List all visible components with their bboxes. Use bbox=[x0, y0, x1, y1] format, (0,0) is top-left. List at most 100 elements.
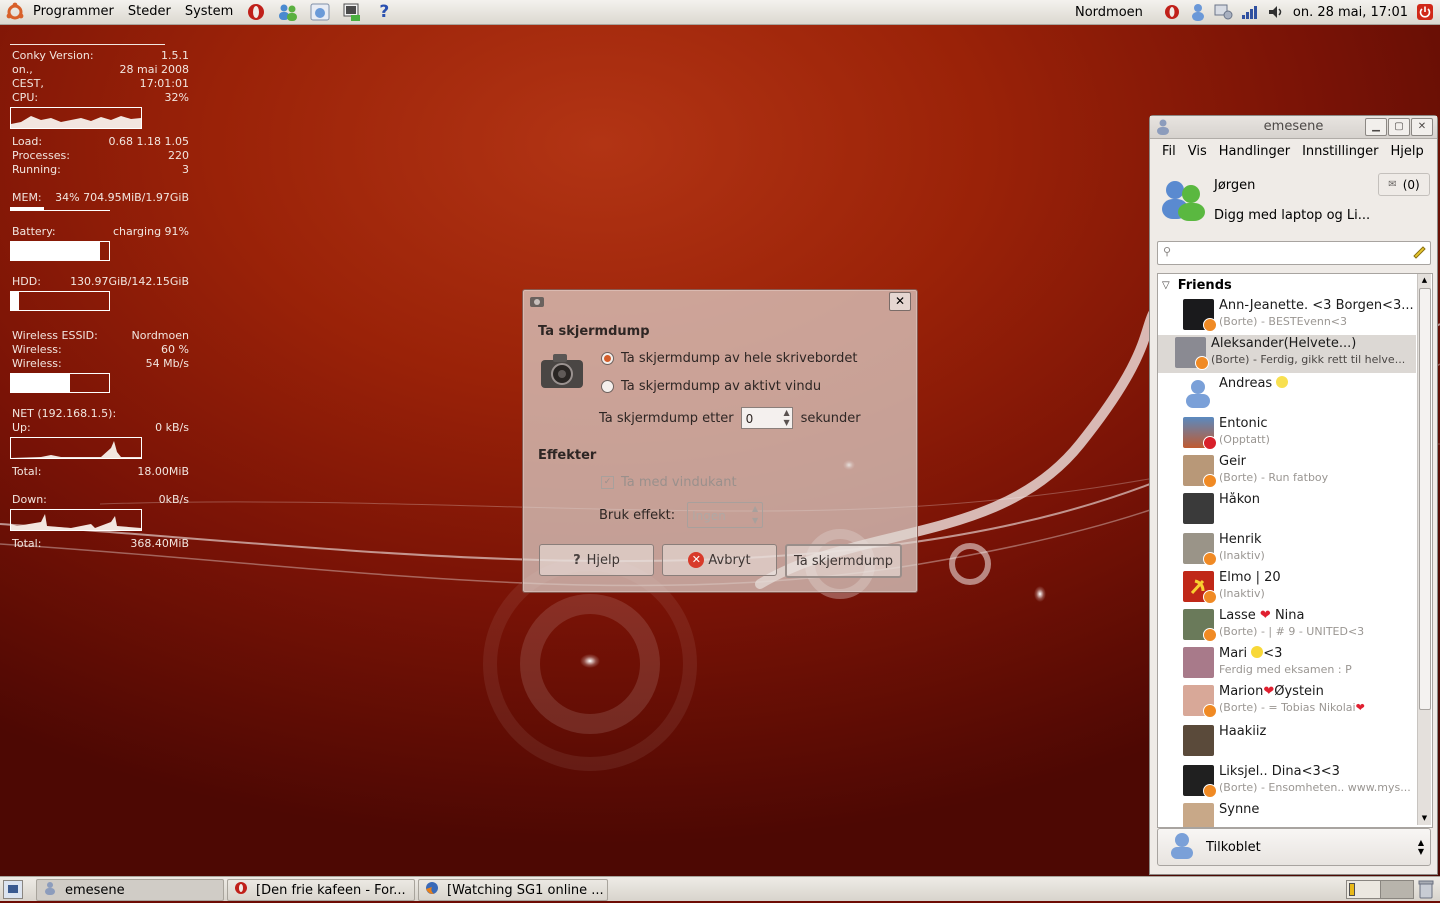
workspace-switcher[interactable] bbox=[1346, 880, 1414, 899]
heart-icon: ❤ bbox=[1263, 684, 1275, 699]
close-icon[interactable]: ✕ bbox=[1411, 118, 1433, 136]
contact-item[interactable]: Henrik (Inaktiv) bbox=[1182, 531, 1420, 569]
conky-cpu: 32% bbox=[164, 91, 189, 104]
people-icon[interactable] bbox=[277, 2, 299, 22]
menu-actions[interactable]: Handlinger bbox=[1213, 144, 1296, 159]
workspace-1[interactable] bbox=[1347, 881, 1381, 898]
help-icon[interactable]: ? bbox=[373, 2, 395, 22]
user-avatar[interactable] bbox=[1158, 178, 1208, 226]
checkbox-include-border[interactable]: ✓ bbox=[601, 476, 614, 489]
workspace-2[interactable] bbox=[1380, 881, 1413, 898]
show-desktop-icon[interactable] bbox=[3, 880, 23, 899]
contact-item[interactable]: Håkon bbox=[1182, 491, 1420, 529]
include-border-row[interactable]: ✓ Ta med vindukant bbox=[601, 475, 737, 490]
wireless-signal-icon[interactable] bbox=[1239, 2, 1261, 22]
web-browser-icon[interactable] bbox=[309, 2, 331, 22]
radio-active-window[interactable] bbox=[601, 380, 614, 393]
status-label: Tilkoblet bbox=[1206, 839, 1261, 855]
menu-view[interactable]: Vis bbox=[1182, 144, 1213, 159]
shutdown-icon[interactable] bbox=[1414, 2, 1436, 22]
menu-help[interactable]: Hjelp bbox=[1385, 144, 1430, 159]
opera-icon[interactable] bbox=[245, 2, 267, 22]
contact-item[interactable]: Andreas bbox=[1182, 375, 1420, 413]
task-label: [Den frie kafeen - For... bbox=[256, 882, 406, 898]
ubuntu-logo-icon[interactable] bbox=[4, 2, 26, 22]
menu-system[interactable]: System bbox=[178, 0, 240, 24]
volume-icon[interactable] bbox=[1265, 2, 1287, 22]
contact-item[interactable]: Haakiiz bbox=[1182, 723, 1420, 761]
chevron-updown-icon: ▲ ▼ bbox=[751, 504, 759, 525]
radio-whole-desktop[interactable] bbox=[601, 352, 614, 365]
hdd-bar bbox=[10, 291, 110, 311]
mail-button[interactable]: ✉ (0) bbox=[1378, 173, 1430, 196]
heart-icon: ❤ bbox=[1259, 608, 1271, 623]
menu-applications[interactable]: Programmer bbox=[31, 0, 121, 24]
top-panel: Programmer Steder System ? Nordmoen on. … bbox=[0, 0, 1440, 25]
close-icon[interactable]: ✕ bbox=[889, 292, 911, 311]
conky-cpu-label: CPU: bbox=[12, 91, 39, 104]
search-input[interactable] bbox=[1178, 244, 1410, 260]
opera-tray-icon[interactable] bbox=[1161, 2, 1183, 22]
menu-file[interactable]: Fil bbox=[1156, 144, 1182, 159]
conky-processes: 220 bbox=[168, 149, 189, 162]
delay-spinner[interactable]: 0 ▲ ▼ bbox=[740, 407, 793, 429]
search-field[interactable]: ⚲ bbox=[1157, 241, 1431, 265]
clock[interactable]: on. 28 mai, 17:01 bbox=[1293, 5, 1408, 20]
conky-down-total-label: Total: bbox=[12, 537, 42, 550]
expander-down-icon[interactable]: ▽ bbox=[1162, 280, 1170, 291]
screenshot-tool-icon[interactable] bbox=[341, 2, 363, 22]
menu-settings[interactable]: Innstillinger bbox=[1296, 144, 1384, 159]
status-selector[interactable]: Tilkoblet ▲ ▼ bbox=[1157, 828, 1431, 866]
contact-item[interactable]: Aleksander(Helvete...) (Borte) - Ferdig,… bbox=[1158, 335, 1416, 373]
contact-item[interactable]: Marion❤Øystein (Borte) - = Tobias Nikola… bbox=[1182, 683, 1420, 721]
trash-icon[interactable] bbox=[1418, 879, 1434, 903]
minimize-icon[interactable]: ▁ bbox=[1365, 118, 1387, 136]
task-firefox[interactable]: [Watching SG1 online ... bbox=[418, 879, 608, 901]
contact-item[interactable]: Entonic (Opptatt) bbox=[1182, 415, 1420, 453]
menu-places[interactable]: Steder bbox=[121, 0, 178, 24]
contact-item[interactable]: Mari <3 Ferdig med eksamen : P bbox=[1182, 645, 1420, 683]
search-icon: ⚲ bbox=[1163, 245, 1172, 258]
contact-item[interactable]: Ann-Jeanette. <3 Borgen<3... (Borte) - B… bbox=[1182, 297, 1420, 335]
conky-down-total: 368.40MiB bbox=[130, 537, 189, 550]
contact-item[interactable]: Synne bbox=[1182, 801, 1420, 827]
contact-item[interactable]: Lasse ❤ Nina (Borte) - | # 9 - UNITED<3 bbox=[1182, 607, 1420, 645]
contact-avatar bbox=[1183, 803, 1214, 827]
conky-day: on., bbox=[12, 63, 33, 76]
scroll-up-arrow-icon[interactable]: ▲ bbox=[1418, 274, 1431, 287]
cancel-button[interactable]: ✕ Avbryt bbox=[662, 544, 777, 576]
divider bbox=[10, 44, 165, 45]
effect-select[interactable]: Ingen ▲ ▼ bbox=[687, 502, 764, 528]
away-badge-icon bbox=[1203, 552, 1217, 566]
group-friends[interactable]: ▽ Friends bbox=[1162, 278, 1232, 293]
screenshot-dialog: ✕ Ta skjermdump Ta skjermdump av hele sk… bbox=[522, 289, 918, 593]
emesene-titlebar[interactable]: emesene ▁ ▢ ✕ bbox=[1150, 116, 1437, 139]
option-whole-desktop[interactable]: Ta skjermdump av hele skrivebordet bbox=[601, 351, 858, 366]
dialog-titlebar[interactable]: ✕ bbox=[523, 290, 917, 312]
spin-arrows-icon[interactable]: ▲ ▼ bbox=[784, 408, 790, 428]
online-status-icon bbox=[1168, 831, 1196, 863]
contact-item[interactable]: Geir (Borte) - Run fatboy bbox=[1182, 453, 1420, 491]
task-opera[interactable]: [Den frie kafeen - For... bbox=[227, 879, 415, 901]
display-settings-icon[interactable] bbox=[1213, 2, 1235, 22]
contact-item[interactable]: Elmo | 20 (Inaktiv) bbox=[1182, 569, 1420, 607]
task-emesene[interactable]: emesene bbox=[36, 879, 224, 901]
personal-message[interactable]: Digg med laptop og Li... bbox=[1214, 208, 1370, 223]
contact-name: Haakiiz bbox=[1219, 724, 1267, 739]
maximize-icon[interactable]: ▢ bbox=[1388, 118, 1410, 136]
take-screenshot-button[interactable]: Ta skjermdump bbox=[785, 544, 902, 578]
user-name[interactable]: Jørgen bbox=[1214, 178, 1255, 193]
conky-net-label: NET (192.168.1.5): bbox=[12, 407, 117, 420]
bottom-panel: emesene [Den frie kafeen - For... [Watch… bbox=[0, 876, 1440, 901]
cancel-button-label: Avbryt bbox=[708, 552, 751, 568]
cancel-icon: ✕ bbox=[688, 552, 705, 568]
contact-name-suffix: Nina bbox=[1274, 608, 1305, 623]
option-active-window[interactable]: Ta skjermdump av aktivt vindu bbox=[601, 379, 821, 394]
messenger-tray-icon[interactable] bbox=[1187, 2, 1209, 22]
help-question-icon: ? bbox=[573, 552, 581, 568]
delay-value[interactable]: 0 bbox=[746, 412, 754, 426]
contact-item[interactable]: Liksjel.. Dina<3<3 (Borte) - Ensomheten.… bbox=[1182, 763, 1420, 801]
help-button[interactable]: ? Hjelp bbox=[539, 544, 654, 576]
upload-graph bbox=[10, 437, 142, 459]
clear-search-icon[interactable] bbox=[1411, 244, 1427, 264]
